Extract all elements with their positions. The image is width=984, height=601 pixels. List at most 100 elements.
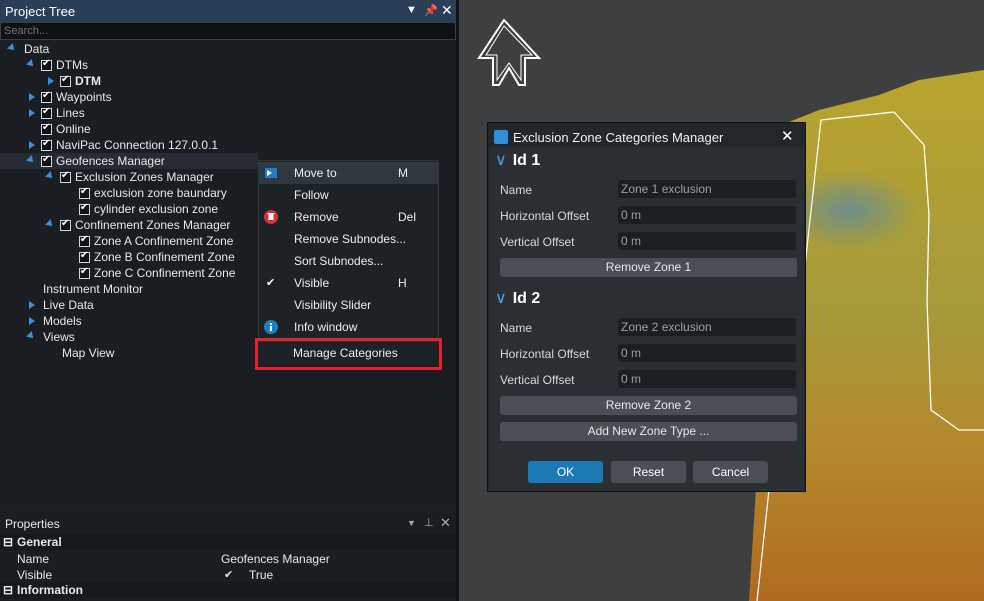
menu-item-sort-subnodes[interactable]: Sort Subnodes...	[259, 250, 438, 272]
tree-node-zone-c[interactable]: Zone C Confinement Zone	[94, 266, 235, 280]
remove-zone-2-button[interactable]: Remove Zone 2	[500, 396, 797, 415]
info-icon	[264, 320, 278, 334]
expand-arrow-icon[interactable]	[45, 219, 55, 229]
property-value: Geofences Manager	[221, 552, 330, 566]
tree-node-zone-b[interactable]: Zone B Confinement Zone	[94, 250, 235, 264]
zone-2-name-input[interactable]	[618, 318, 796, 336]
menu-item-remove[interactable]: Remove Del	[259, 206, 438, 228]
trash-icon	[264, 210, 278, 224]
tree-node-instrument-monitor[interactable]: Instrument Monitor	[43, 282, 143, 296]
dialog-body: ∨ Id 1 Name Horizontal Offset Vertical Of…	[489, 147, 804, 491]
tree-node-zone-a[interactable]: Zone A Confinement Zone	[94, 234, 233, 248]
checkbox-geofences[interactable]	[41, 154, 52, 167]
collapse-icon[interactable]: ⊟	[3, 534, 13, 550]
pin-icon[interactable]: 📌	[424, 4, 438, 17]
menu-shortcut: H	[398, 276, 407, 290]
checkbox-waypoints[interactable]	[41, 90, 52, 103]
checkbox-zone-b[interactable]	[79, 250, 90, 263]
menu-item-remove-subnodes[interactable]: Remove Subnodes...	[259, 228, 438, 250]
checkmark-icon: ✔	[266, 277, 276, 289]
menu-item-visible[interactable]: ✔ Visible H	[259, 272, 438, 294]
tree-node-waypoints[interactable]: Waypoints	[56, 90, 112, 104]
zone-2-vertical-offset-input[interactable]	[618, 370, 796, 388]
checkbox-dtms[interactable]	[41, 58, 52, 71]
ok-button[interactable]: OK	[528, 461, 603, 483]
tree-node-confinement-zones-manager[interactable]: Confinement Zones Manager	[75, 218, 230, 232]
checkmark-icon[interactable]: ✔	[224, 567, 233, 583]
app-icon	[494, 130, 508, 144]
section-label: Information	[17, 583, 83, 597]
zone-header-2[interactable]: ∨ Id 2	[495, 288, 540, 308]
reset-button[interactable]: Reset	[611, 461, 686, 483]
tree-node-online[interactable]: Online	[56, 122, 91, 136]
chevron-down-icon[interactable]: ∨	[495, 152, 507, 169]
zone-1-horizontal-offset-input[interactable]	[618, 206, 796, 224]
properties-title: Properties	[5, 517, 60, 531]
zone-header-1[interactable]: ∨ Id 1	[495, 150, 540, 170]
collapse-arrow-icon[interactable]	[29, 317, 35, 325]
tree-node-models[interactable]: Models	[43, 314, 82, 328]
dropdown-icon[interactable]: ▼	[406, 4, 417, 16]
add-new-zone-type-button[interactable]: Add New Zone Type ...	[500, 422, 797, 441]
tree-node-views[interactable]: Views	[43, 330, 75, 344]
cancel-button[interactable]: Cancel	[693, 461, 768, 483]
expand-arrow-icon[interactable]	[45, 171, 55, 181]
zone-2-horizontal-offset-input[interactable]	[618, 344, 796, 362]
collapse-arrow-icon[interactable]	[29, 93, 35, 101]
tree-node-exclusion-zones-manager[interactable]: Exclusion Zones Manager	[75, 170, 214, 184]
checkbox-zone-c[interactable]	[79, 266, 90, 279]
tree-node-cylinder-exclusion[interactable]: cylinder exclusion zone	[94, 202, 218, 216]
collapse-arrow-icon[interactable]	[29, 301, 35, 309]
tree-node-navipac[interactable]: NaviPac Connection 127.0.0.1	[56, 138, 218, 152]
tree-node-live-data[interactable]: Live Data	[43, 298, 94, 312]
checkbox-cylinder-exclusion[interactable]	[79, 202, 90, 215]
properties-section-general[interactable]: ⊟ General	[0, 534, 458, 550]
checkbox-lines[interactable]	[41, 106, 52, 119]
checkbox-dtm[interactable]	[60, 74, 71, 87]
move-to-icon	[265, 168, 277, 178]
expand-arrow-icon[interactable]	[26, 331, 36, 341]
menu-label: Info window	[294, 320, 358, 334]
tree-node-map-view[interactable]: Map View	[62, 346, 114, 360]
property-row-visible[interactable]: Visible ✔ True	[0, 567, 458, 583]
checkbox-online[interactable]	[41, 122, 52, 135]
collapse-arrow-icon[interactable]	[29, 109, 35, 117]
zone-1-name-input[interactable]	[618, 180, 796, 198]
close-icon[interactable]: ✕	[440, 515, 451, 531]
property-name: Visible	[17, 568, 53, 582]
checkbox-zone-a[interactable]	[79, 234, 90, 247]
remove-zone-1-button[interactable]: Remove Zone 1	[500, 258, 797, 277]
checkbox-exclusion-zones[interactable]	[60, 170, 71, 183]
collapse-icon[interactable]: ⊟	[3, 582, 13, 598]
properties-panel: Properties ▼ ⊥ ✕ ⊟ General Name Geofence…	[0, 512, 458, 601]
expand-arrow-icon[interactable]	[7, 43, 17, 53]
tree-node-dtms[interactable]: DTMs	[56, 58, 88, 72]
property-row-name[interactable]: Name Geofences Manager	[0, 551, 458, 567]
collapse-arrow-icon[interactable]	[29, 141, 35, 149]
chevron-down-icon[interactable]: ∨	[495, 290, 507, 307]
checkbox-navipac[interactable]	[41, 138, 52, 151]
tree-node-data[interactable]: Data	[24, 42, 49, 56]
menu-item-visibility-slider[interactable]: Visibility Slider	[259, 294, 438, 316]
checkbox-exclusion-boundary[interactable]	[79, 186, 90, 199]
close-icon[interactable]: ✕	[441, 2, 453, 19]
menu-item-info-window[interactable]: Info window	[259, 316, 438, 338]
pin-icon[interactable]: ⊥	[424, 516, 434, 529]
zone-id: Id 2	[512, 290, 541, 307]
expand-arrow-icon[interactable]	[26, 59, 36, 69]
tree-node-lines[interactable]: Lines	[56, 106, 85, 120]
tree-node-exclusion-boundary[interactable]: exclusion zone baundary	[94, 186, 227, 200]
checkbox-confinement-zones[interactable]	[60, 218, 71, 231]
collapse-arrow-icon[interactable]	[48, 77, 54, 85]
search-input[interactable]	[0, 22, 456, 40]
close-icon[interactable]: ✕	[781, 127, 794, 145]
menu-label: Visible	[294, 276, 330, 290]
zone-1-vertical-offset-input[interactable]	[618, 232, 796, 250]
menu-item-follow[interactable]: Follow	[259, 184, 438, 206]
dropdown-icon[interactable]: ▼	[407, 518, 416, 528]
tree-node-dtm[interactable]: DTM	[75, 74, 101, 88]
tree-node-geofences-manager[interactable]: Geofences Manager	[56, 154, 165, 168]
name-label: Name	[500, 183, 533, 197]
properties-section-information[interactable]: ⊟ Information	[0, 582, 458, 598]
menu-item-move-to[interactable]: Move to M	[259, 162, 438, 184]
